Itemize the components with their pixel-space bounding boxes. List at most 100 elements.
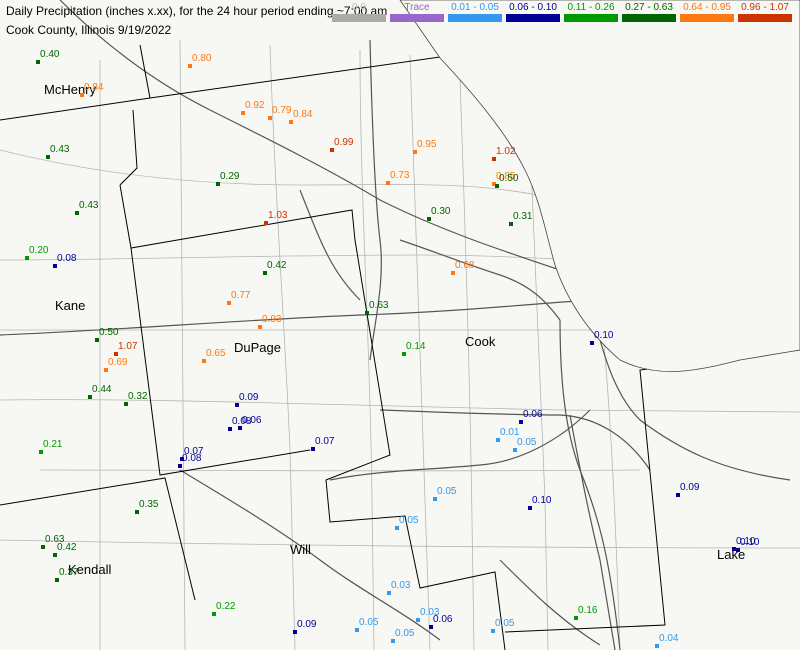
station-marker: 0.84 [80,82,103,97]
station-dot [395,526,399,530]
station-value: 0.07 [315,436,335,447]
station-value: 0.84 [293,109,313,120]
legend-swatch [506,14,560,22]
station-marker: 0.07 [311,436,334,451]
station-dot [491,629,495,633]
station-marker: 0.09 [235,392,258,407]
station-value: 0.93 [262,314,282,325]
legend-swatch [448,14,502,22]
station-dot [427,217,431,221]
station-marker: 0.10 [528,495,551,510]
station-dot [519,420,523,424]
station-value: 0.06 [523,409,543,420]
station-dot [433,497,437,501]
station-marker: 0.21 [39,439,62,454]
station-value: 0.50 [499,173,519,184]
station-dot [263,271,267,275]
precip-legend: 0.0 Trace 0.01 - 0.05 0.06 - 0.10 0.11 -… [332,2,792,22]
station-marker: 0.10 [736,537,759,552]
station-value: 0.06 [242,415,262,426]
station-marker: 0.68 [451,260,474,275]
station-marker: 0.08 [228,416,251,431]
legend-item-064-095: 0.64 - 0.95 [680,2,734,22]
station-dot [495,184,499,188]
station-marker: 0.10 [590,330,613,345]
station-dot [41,545,45,549]
station-marker: 0.35 [135,499,158,514]
legend-item-001-005: 0.01 - 0.05 [448,2,502,22]
station-value: 0.43 [79,200,99,211]
station-dot [104,368,108,372]
station-dot [80,93,84,97]
station-value: 0.95 [417,139,437,150]
station-dot [429,625,433,629]
station-marker: 0.05 [491,618,514,633]
station-marker: 0.32 [124,391,147,406]
station-dot [228,427,232,431]
legend-item-zero: 0.0 [332,2,386,22]
station-marker: 0.29 [216,171,239,186]
station-value: 0.32 [128,391,148,402]
station-value: 0.05 [517,437,537,448]
station-dot [95,338,99,342]
station-marker: 0.93 [258,314,281,329]
station-value: 0.31 [513,211,533,222]
station-marker: 0.43 [46,144,69,159]
station-marker: 0.10 [732,536,755,551]
station-dot [355,628,359,632]
station-value: 0.65 [206,348,226,359]
station-value: 0.44 [92,384,112,395]
station-marker: 0.03 [416,607,439,622]
station-dot [402,352,406,356]
station-dot [212,612,216,616]
station-dot [386,181,390,185]
station-value: 1.07 [118,341,138,352]
station-value: 0.30 [431,206,451,217]
station-marker: 0.77 [227,290,250,305]
legend-swatch [622,14,676,22]
station-value: 0.08 [182,453,202,464]
station-dot [216,182,220,186]
station-marker: 0.50 [495,173,518,188]
station-marker: 0.03 [387,580,410,595]
station-value: 0.92 [245,100,265,111]
legend-label: 0.64 - 0.95 [683,2,731,13]
station-dot [268,116,272,120]
station-dot [590,341,594,345]
station-dot [289,120,293,124]
station-marker: 0.63 [41,534,64,549]
station-dot [178,464,182,468]
station-value: 0.20 [29,245,49,256]
station-marker: 0.42 [53,542,76,557]
station-dot [53,264,57,268]
station-dot [496,438,500,442]
station-marker: 0.06 [238,415,261,430]
station-value: 0.05 [359,617,379,628]
station-marker: 0.06 [429,614,452,629]
station-value: 1.02 [496,146,516,157]
station-value: 0.79 [272,105,292,116]
station-value: 0.04 [659,633,679,644]
station-dot [135,510,139,514]
station-dot [676,493,680,497]
station-dot [114,352,118,356]
station-dot [238,426,242,430]
station-marker: 0.09 [676,482,699,497]
station-value: 0.09 [297,619,317,630]
station-dot [258,325,262,329]
station-marker: 0.05 [355,617,378,632]
station-dot [75,211,79,215]
legend-item-011-026: 0.11 - 0.26 [564,2,618,22]
station-value: 0.06 [433,614,453,625]
station-marker: 0.31 [509,211,532,226]
station-marker: 0.09 [293,619,316,634]
station-dot [202,359,206,363]
station-value: 0.16 [578,605,598,616]
station-value: 0.50 [99,327,119,338]
station-dot [330,148,334,152]
station-marker: 1.03 [264,210,287,225]
map-title: Daily Precipitation (inches x.xx), for t… [6,4,388,18]
station-marker: 0.99 [330,137,353,152]
station-marker: 0.95 [413,139,436,154]
station-marker: 1.07 [114,341,137,356]
